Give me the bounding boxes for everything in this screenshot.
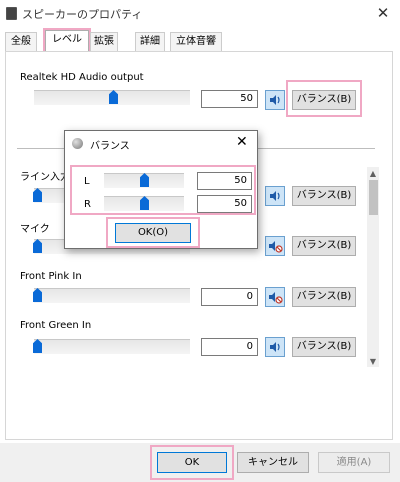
left-channel-value[interactable]: 50: [197, 172, 252, 190]
balance-button-mic[interactable]: バランス(B): [292, 236, 356, 256]
title-bar: スピーカーのプロパティ ✕: [0, 0, 400, 28]
tab-enhancements[interactable]: 拡張: [90, 32, 118, 52]
apply-button[interactable]: 適用(A): [318, 452, 390, 473]
tab-general[interactable]: 全般: [5, 32, 37, 52]
right-channel-label: R: [84, 199, 91, 210]
balance-button-front-green-in[interactable]: バランス(B): [292, 337, 356, 357]
scroll-down-arrow-icon[interactable]: ▼: [367, 356, 379, 367]
output-volume-value[interactable]: 50: [201, 90, 258, 108]
speaker-app-icon: [72, 138, 83, 149]
tab-spatial-sound[interactable]: 立体音響: [170, 32, 222, 52]
speaker-icon: [270, 342, 280, 352]
balance-button-line-in[interactable]: バランス(B): [292, 186, 356, 206]
window-title: スピーカーのプロパティ: [22, 8, 143, 21]
line-in-mute-button[interactable]: [265, 186, 285, 206]
front-green-in-volume-slider[interactable]: [34, 340, 190, 354]
left-channel-label: L: [84, 176, 90, 187]
balance-button-output[interactable]: バランス(B): [292, 90, 356, 110]
right-channel-value[interactable]: 50: [197, 195, 252, 213]
scroll-up-arrow-icon[interactable]: ▲: [367, 168, 379, 179]
dialog-title: バランス: [90, 141, 130, 152]
front-pink-in-volume-slider[interactable]: [34, 289, 190, 303]
front-pink-in-mute-button[interactable]: [265, 287, 285, 307]
front-pink-in-volume-value[interactable]: 0: [201, 288, 258, 306]
front-green-in-volume-value[interactable]: 0: [201, 338, 258, 356]
speaker-app-icon: [6, 7, 17, 20]
front-green-in-mute-button[interactable]: [265, 337, 285, 357]
balance-button-front-pink-in[interactable]: バランス(B): [292, 287, 356, 307]
device-name: Front Green In: [20, 320, 92, 331]
dialog-close-button[interactable]: ✕: [236, 134, 248, 150]
cancel-button[interactable]: キャンセル: [237, 452, 309, 473]
device-name: ライン入力: [20, 172, 70, 183]
ok-button[interactable]: OK: [157, 452, 227, 473]
speaker-muted-icon: [269, 292, 283, 304]
device-name: マイク: [20, 224, 50, 235]
scrollbar-thumb[interactable]: [369, 180, 378, 215]
device-name: Realtek HD Audio output: [20, 72, 144, 83]
window-close-button[interactable]: ✕: [370, 2, 396, 24]
mic-mute-button[interactable]: [265, 236, 285, 256]
tab-advanced[interactable]: 詳細: [135, 32, 165, 52]
tab-levels[interactable]: レベル: [43, 28, 91, 54]
device-name: Front Pink In: [20, 271, 82, 282]
speaker-muted-icon: [269, 241, 283, 253]
dialog-ok-button[interactable]: OK(O): [115, 223, 191, 243]
output-mute-button[interactable]: [265, 90, 285, 110]
speaker-icon: [270, 95, 280, 105]
speaker-icon: [270, 191, 280, 201]
